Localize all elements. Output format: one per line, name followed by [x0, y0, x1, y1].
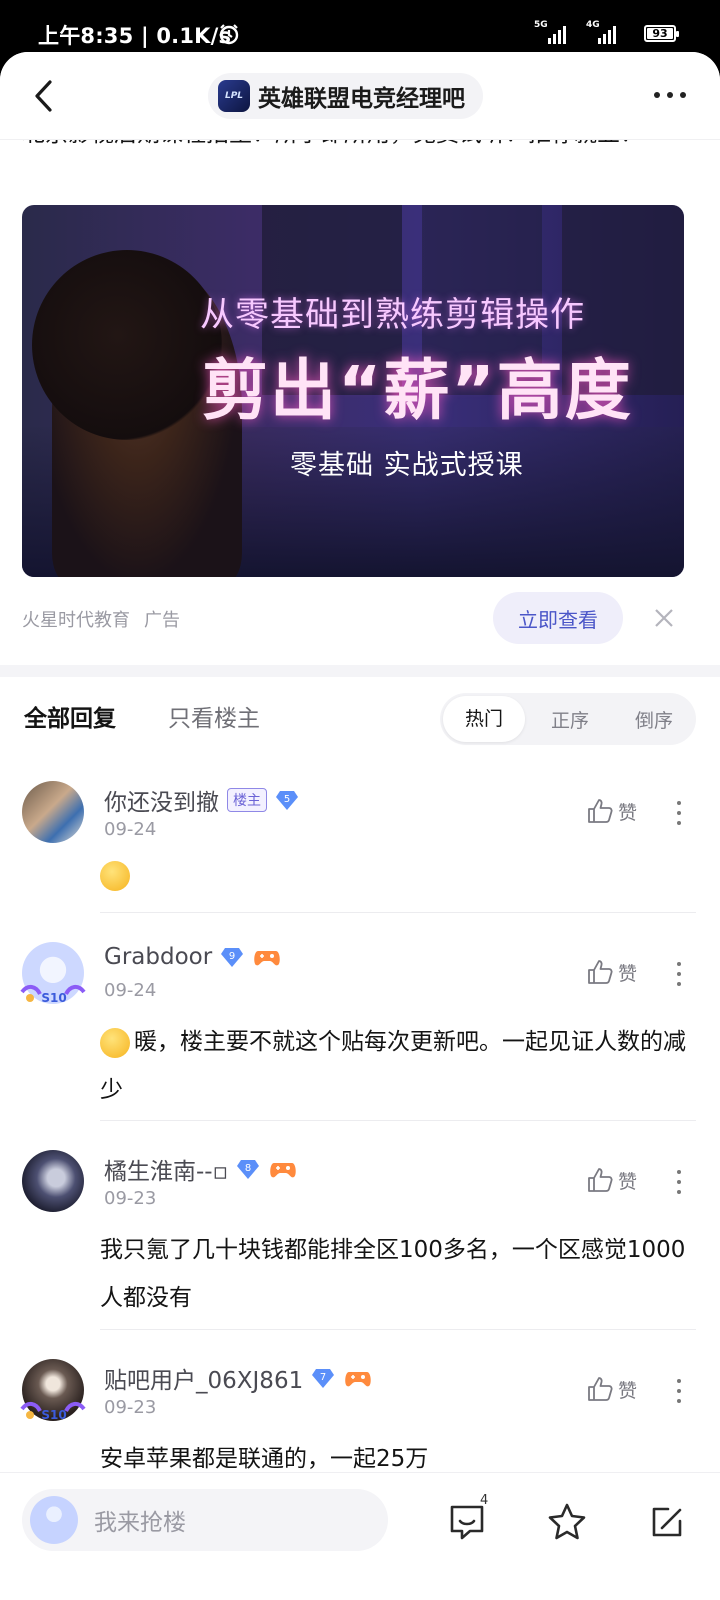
- level-diamond-icon: 8: [237, 1160, 260, 1179]
- reply-input[interactable]: 我来抢楼: [22, 1489, 388, 1551]
- section-divider: [0, 665, 720, 677]
- comment-date: 09-23: [104, 1188, 157, 1209]
- status-bar: 上午8:35 | 0.1K/s 5G 4G 93: [0, 0, 720, 60]
- signal-icon-2: [598, 22, 616, 44]
- level-diamond-icon: 7: [312, 1369, 335, 1388]
- s10-avatar-frame-icon: S10: [20, 985, 86, 1005]
- thumbs-up-icon: [588, 1168, 613, 1192]
- sort-ascending[interactable]: 正序: [528, 706, 612, 733]
- avatar-frame-label: S10: [41, 991, 66, 1005]
- comment-body: 我只氪了几十块钱都能排全区100多名，一个区感觉1000人都没有: [100, 1226, 690, 1322]
- level-diamond-icon: 5: [276, 791, 298, 810]
- reply-placeholder: 我来抢楼: [94, 1510, 186, 1536]
- alarm-icon: [219, 24, 239, 45]
- comment-date: 09-24: [104, 980, 157, 1001]
- comment-body: 暖，楼主要不就这个贴每次更新吧。一起见证人数的减少: [100, 1018, 690, 1114]
- gamepad-badge-icon: [345, 1372, 371, 1387]
- back-arrow-icon[interactable]: [30, 78, 58, 114]
- thumbs-up-icon: [588, 1377, 613, 1401]
- username[interactable]: 你还没到撤: [104, 783, 219, 817]
- comment-separator: [100, 1329, 696, 1330]
- sort-toggle: 热门 正序 倒序: [440, 693, 696, 745]
- banner-line1: 从零基础到熟练剪辑操作: [200, 295, 585, 335]
- like-label: 赞: [618, 962, 638, 985]
- ad-cta-button[interactable]: 立即查看: [493, 592, 623, 644]
- sweat-smile-emoji-icon: [100, 860, 130, 891]
- ad-label: 广告: [144, 610, 180, 631]
- username[interactable]: 橘生淮南--▫: [104, 1152, 228, 1186]
- sort-hot[interactable]: 热门: [443, 696, 525, 742]
- like-label: 赞: [618, 801, 638, 824]
- level-diamond-icon: 9: [221, 948, 244, 967]
- tab-all-replies[interactable]: 全部回复: [24, 699, 116, 733]
- comment-more-icon[interactable]: [677, 1170, 681, 1194]
- ad-banner-image[interactable]: 从零基础到熟练剪辑操作 剪出“薪”高度 零基础 实战式授课: [22, 205, 684, 577]
- comment-author: 贴吧用户_06XJ861 7: [104, 1361, 373, 1395]
- comment-author: Grabdoor 9: [104, 944, 282, 970]
- like-button[interactable]: 赞: [586, 797, 637, 825]
- hug-emoji-icon: [100, 1027, 130, 1058]
- avatar[interactable]: [22, 1150, 84, 1212]
- forum-name-pill[interactable]: LPL 英雄联盟电竞经理吧: [208, 73, 483, 119]
- like-label: 赞: [618, 1170, 638, 1193]
- level-number: 8: [245, 1163, 251, 1174]
- signal-icon: [548, 22, 566, 44]
- comment-text: 暖，楼主要不就这个贴每次更新吧。一起见证人数的减少: [100, 1029, 686, 1103]
- username[interactable]: Grabdoor: [104, 944, 212, 970]
- close-icon[interactable]: [652, 606, 676, 630]
- like-button[interactable]: 赞: [586, 958, 637, 986]
- network-5g-label: 5G: [534, 20, 548, 30]
- level-number: 9: [229, 951, 235, 962]
- op-badge: 楼主: [227, 788, 267, 812]
- top-navbar: LPL 英雄联盟电竞经理吧: [0, 52, 720, 140]
- level-number: 7: [320, 1372, 326, 1383]
- like-label: 赞: [618, 1379, 638, 1402]
- comment-count: 4: [480, 1493, 489, 1508]
- gamepad-badge-icon: [254, 951, 280, 966]
- comment-text: 安卓苹果都是联通的，一起25万: [100, 1446, 429, 1472]
- status-time: 上午8:35 | 0.1K/s: [38, 24, 232, 48]
- comment-more-icon[interactable]: [677, 801, 681, 825]
- comment-author: 橘生淮南--▫ 8: [104, 1152, 298, 1186]
- tab-op-only[interactable]: 只看楼主: [168, 699, 260, 733]
- level-number: 5: [284, 794, 290, 805]
- comment-text: 我只氪了几十块钱都能排全区100多名，一个区感觉1000人都没有: [100, 1237, 686, 1311]
- forum-name: 英雄联盟电竞经理吧: [258, 86, 465, 112]
- banner-line2: 剪出“薪”高度: [202, 352, 633, 429]
- comment-more-icon[interactable]: [677, 1379, 681, 1403]
- my-avatar: [30, 1496, 78, 1544]
- s10-avatar-frame-icon: S10: [20, 1402, 86, 1422]
- comment-date: 09-24: [104, 819, 157, 840]
- gamepad-badge-icon: [270, 1163, 296, 1178]
- sort-descending[interactable]: 倒序: [612, 706, 696, 733]
- forum-logo: LPL: [218, 80, 250, 112]
- reply-filter-bar: 全部回复 只看楼主 热门 正序 倒序: [0, 677, 720, 759]
- comment-more-icon[interactable]: [677, 962, 681, 986]
- battery-level: 93: [647, 28, 673, 39]
- star-icon[interactable]: [546, 1501, 588, 1543]
- ad-meta: 火星时代教育 广告: [22, 606, 180, 632]
- like-button[interactable]: 赞: [586, 1166, 637, 1194]
- username[interactable]: 贴吧用户_06XJ861: [104, 1361, 303, 1395]
- share-icon[interactable]: [646, 1501, 688, 1543]
- battery-icon: 93: [644, 25, 679, 42]
- thread-page: 北京影视后期课程招生！所学即所用，免费试听！推荐就业！ 从零基础到熟练剪辑操作 …: [0, 52, 720, 1600]
- avatar-frame-label: S10: [41, 1408, 66, 1422]
- like-button[interactable]: 赞: [586, 1375, 637, 1403]
- banner-line3: 零基础 实战式授课: [290, 450, 524, 481]
- comment-separator: [100, 1120, 696, 1121]
- comment-date: 09-23: [104, 1397, 157, 1418]
- advertiser-name: 火星时代教育: [22, 610, 130, 631]
- more-options-icon[interactable]: [654, 92, 686, 98]
- bottom-action-bar: 我来抢楼 4: [0, 1472, 720, 1600]
- comment-separator: [100, 912, 696, 913]
- comment-body: [100, 851, 690, 899]
- avatar[interactable]: [22, 781, 84, 843]
- thumbs-up-icon: [588, 960, 613, 984]
- comment-author: 你还没到撤 楼主 5: [104, 783, 299, 817]
- thumbs-up-icon: [588, 799, 613, 823]
